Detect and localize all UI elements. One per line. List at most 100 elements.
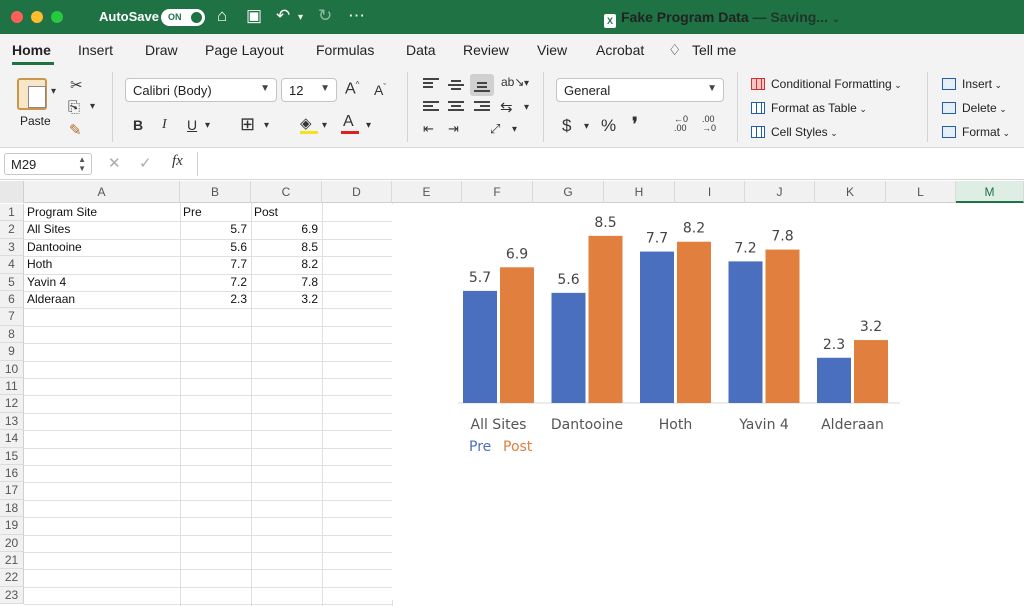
cell-b5[interactable]: 7.2 <box>183 274 247 291</box>
column-header-k[interactable]: K <box>815 181 886 203</box>
row-header-20[interactable]: 20 <box>0 534 24 552</box>
name-box[interactable]: M29 ▲ ▼ <box>4 153 92 175</box>
align-top-icon[interactable] <box>423 78 439 91</box>
bold-button[interactable]: B <box>133 117 143 133</box>
tab-page-layout[interactable]: Page Layout <box>205 42 284 58</box>
row-header-11[interactable]: 11 <box>0 378 24 396</box>
font-size-select[interactable]: 12 ▼ <box>281 78 337 102</box>
delete-cells-button[interactable]: Delete ⌄ <box>942 101 1007 115</box>
minimize-window-button[interactable] <box>31 11 43 23</box>
comma-style-button[interactable]: ❜ <box>632 114 638 135</box>
cell-styles-button[interactable]: Cell Styles ⌄ <box>751 125 838 139</box>
row-header-14[interactable]: 14 <box>0 430 24 448</box>
cell-b6[interactable]: 2.3 <box>183 291 247 308</box>
font-name-select[interactable]: Calibri (Body) ▼ <box>125 78 277 102</box>
wrap-text-icon[interactable]: ⇆ <box>500 98 513 116</box>
confirm-entry-icon[interactable]: ✓ <box>139 154 152 172</box>
column-header-f[interactable]: F <box>462 181 533 203</box>
decrease-indent-icon[interactable]: ⇤ <box>423 121 434 137</box>
row-header-1[interactable]: 1 <box>0 204 24 222</box>
row-header-9[interactable]: 9 <box>0 343 24 361</box>
borders-dropdown-icon[interactable]: ▾ <box>264 120 269 131</box>
decrease-decimal-icon[interactable]: .00 →0 <box>702 115 716 133</box>
column-header-d[interactable]: D <box>322 181 392 203</box>
column-header-m[interactable]: M <box>956 181 1024 203</box>
undo-icon[interactable]: ↶ <box>276 6 290 26</box>
cell-c4[interactable]: 8.2 <box>254 256 318 273</box>
paste-button[interactable]: Paste <box>20 114 51 128</box>
tab-tell-me[interactable]: Tell me <box>692 42 736 58</box>
cell-a5[interactable]: Yavin 4 <box>27 274 176 291</box>
tab-formulas[interactable]: Formulas <box>316 42 374 58</box>
column-header-e[interactable]: E <box>392 181 462 203</box>
cut-icon[interactable]: ✂ <box>70 76 83 94</box>
row-header-21[interactable]: 21 <box>0 552 24 570</box>
row-header-23[interactable]: 23 <box>0 586 24 605</box>
row-header-4[interactable]: 4 <box>0 256 24 274</box>
paste-icon[interactable] <box>17 78 47 110</box>
row-header-2[interactable]: 2 <box>0 221 24 239</box>
cell-a4[interactable]: Hoth <box>27 256 176 273</box>
row-header-12[interactable]: 12 <box>0 395 24 413</box>
fill-color-icon[interactable]: ◈ <box>300 114 312 132</box>
column-header-b[interactable]: B <box>180 181 251 203</box>
currency-button[interactable]: $ <box>562 116 571 136</box>
select-all-corner[interactable] <box>0 181 24 203</box>
tab-draw[interactable]: Draw <box>145 42 178 58</box>
currency-dropdown-icon[interactable]: ▾ <box>584 121 589 132</box>
merge-dropdown-icon[interactable]: ▾ <box>512 124 517 135</box>
column-header-i[interactable]: I <box>675 181 745 203</box>
column-header-h[interactable]: H <box>604 181 675 203</box>
cancel-entry-icon[interactable]: ✕ <box>108 154 121 172</box>
more-icon[interactable]: ⋯ <box>348 6 365 26</box>
row-header-18[interactable]: 18 <box>0 499 24 518</box>
close-window-button[interactable] <box>11 11 23 23</box>
underline-dropdown-icon[interactable]: ▾ <box>205 120 210 131</box>
cell-a6[interactable]: Alderaan <box>27 291 176 308</box>
zoom-window-button[interactable] <box>51 11 63 23</box>
row-header-8[interactable]: 8 <box>0 325 24 344</box>
row-header-6[interactable]: 6 <box>0 291 24 309</box>
text-orientation-icon[interactable]: ab↘ <box>501 75 524 89</box>
cell-b3[interactable]: 5.6 <box>183 239 247 256</box>
insert-cells-button[interactable]: Insert ⌄ <box>942 77 1002 91</box>
save-icon[interactable]: ▣ <box>246 6 262 26</box>
align-left-icon[interactable] <box>423 101 439 114</box>
font-color-icon[interactable]: A <box>343 113 354 131</box>
format-cells-button[interactable]: Format ⌄ <box>942 125 1010 139</box>
copy-dropdown-icon[interactable]: ▾ <box>90 101 95 112</box>
column-header-j[interactable]: J <box>745 181 815 203</box>
increase-indent-icon[interactable]: ⇥ <box>448 121 459 137</box>
row-header-13[interactable]: 13 <box>0 412 24 431</box>
format-as-table-button[interactable]: Format as Table ⌄ <box>751 101 867 115</box>
format-painter-icon[interactable]: ✎ <box>69 121 82 139</box>
cell-c6[interactable]: 3.2 <box>254 291 318 308</box>
tab-review[interactable]: Review <box>463 42 509 58</box>
row-header-22[interactable]: 22 <box>0 569 24 587</box>
fill-color-dropdown-icon[interactable]: ▾ <box>322 120 327 131</box>
borders-icon[interactable]: ⊞ <box>240 114 255 135</box>
tab-home[interactable]: Home <box>12 42 51 58</box>
redo-icon[interactable]: ↻ <box>318 6 332 26</box>
increase-font-size-icon[interactable]: A^ <box>345 80 359 98</box>
name-box-stepper-icon[interactable]: ▲ ▼ <box>78 155 86 173</box>
chart[interactable]: 5.7 6.9 All Sites 5.6 8.5 Dantooine 7.7 8.2 Hoth… <box>392 204 1024 600</box>
row-header-3[interactable]: 3 <box>0 238 24 257</box>
decrease-font-size-icon[interactable]: Aˇ <box>374 82 386 98</box>
cell-a3[interactable]: Dantooine <box>27 239 176 256</box>
cell-c5[interactable]: 7.8 <box>254 274 318 291</box>
row-header-16[interactable]: 16 <box>0 465 24 483</box>
conditional-formatting-button[interactable]: Conditional Formatting ⌄ <box>751 77 902 91</box>
increase-decimal-icon[interactable]: ←0.00 <box>674 115 688 133</box>
cell-b4[interactable]: 7.7 <box>183 256 247 273</box>
number-format-select[interactable]: General ▼ <box>556 78 724 102</box>
row-header-15[interactable]: 15 <box>0 447 24 465</box>
autosave-toggle[interactable]: ON <box>161 9 205 26</box>
copy-icon[interactable]: ⎘ <box>68 99 80 116</box>
wrap-dropdown-icon[interactable]: ▾ <box>524 102 529 113</box>
row-header-19[interactable]: 19 <box>0 517 24 535</box>
cell-a1[interactable]: Program Site <box>27 204 176 221</box>
italic-button[interactable]: I <box>162 117 167 133</box>
cell-b1[interactable]: Pre <box>183 204 247 221</box>
column-header-l[interactable]: L <box>886 181 956 203</box>
